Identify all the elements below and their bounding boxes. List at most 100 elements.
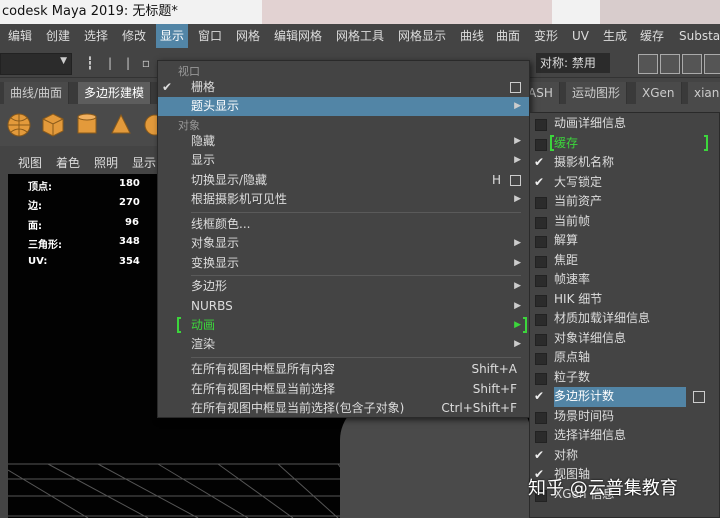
hud-submenu-item[interactable]: 对象详细信息	[530, 329, 720, 349]
checkbox-icon[interactable]	[535, 372, 547, 385]
menu-item-hide[interactable]: 隐藏 ▶	[158, 132, 529, 151]
menu-item-nurbs[interactable]: NURBS ▶	[158, 297, 529, 316]
menu-mesh[interactable]: 网格	[236, 24, 260, 48]
checkbox-icon[interactable]	[535, 255, 547, 268]
blurred-region	[600, 0, 720, 24]
hud-submenu-item[interactable]: HIK 细节	[530, 290, 720, 310]
menu-item-show[interactable]: 显示 ▶	[158, 151, 529, 170]
checkbox-icon[interactable]	[535, 119, 547, 131]
menu-uv[interactable]: UV	[572, 24, 589, 48]
poly-cone-icon[interactable]	[108, 112, 134, 138]
menu-item-object-display[interactable]: 对象显示 ▶	[158, 234, 529, 253]
menu-item-frame-selection[interactable]: 在所有视图中框显当前选择 Shift+F	[158, 380, 529, 399]
separator-icon: ▫	[141, 56, 151, 70]
section-header-viewport: 视口	[178, 65, 200, 78]
checkmark-icon: ✔	[534, 389, 545, 403]
checkbox-icon[interactable]	[535, 197, 547, 209]
menu-item-heads-up-display[interactable]: 题头显示 ▶	[158, 97, 529, 116]
menu-modify[interactable]: 修改	[122, 24, 146, 48]
hud-submenu-item[interactable]: 材质加载详细信息	[530, 309, 720, 329]
checkbox-icon[interactable]	[535, 411, 547, 424]
camera-icon[interactable]	[638, 54, 658, 74]
hud-submenu-item[interactable]: 粒子数	[530, 368, 720, 388]
hud-submenu-item[interactable]: 当前帧	[530, 212, 720, 232]
checkbox-icon[interactable]	[535, 216, 547, 229]
menu-select[interactable]: 选择	[84, 24, 108, 48]
shelf-tab-xian[interactable]: xian	[688, 82, 720, 104]
viewport-menu-bar: 视图 着色 照明 显示	[8, 152, 158, 174]
shelf-tab-poly-modeling[interactable]: 多边形建模	[78, 82, 152, 104]
menu-mesh-tools[interactable]: 网格工具	[336, 24, 384, 48]
option-box-icon[interactable]	[510, 82, 521, 93]
menu-item-frame-selection-children[interactable]: 在所有视图中框显当前选择(包含子对象) Ctrl+Shift+F	[158, 399, 529, 418]
checkbox-icon[interactable]	[535, 138, 547, 151]
checkbox-icon[interactable]	[535, 333, 547, 346]
menu-item-rendering[interactable]: 渲染 ▶	[158, 335, 529, 354]
hud-submenu-item[interactable]: ✔ 大写锁定	[530, 173, 720, 193]
mode-dropdown[interactable]: ▼	[0, 53, 72, 75]
menu-surfaces[interactable]: 曲面	[496, 24, 520, 48]
viewport-menu-shading[interactable]: 着色	[56, 152, 80, 174]
menu-item-animation[interactable]: 动画 ▶	[158, 316, 529, 335]
poly-cube-icon[interactable]	[40, 112, 66, 138]
menu-deform[interactable]: 变形	[534, 24, 558, 48]
separator-icon: |	[107, 56, 113, 70]
hud-submenu-item[interactable]: 缓存	[530, 134, 720, 154]
symmetry-field[interactable]: 对称: 禁用	[536, 53, 610, 73]
render-icon[interactable]	[660, 54, 680, 74]
menu-item-wireframe-color[interactable]: 线框颜色...	[158, 215, 529, 234]
hud-submenu-item[interactable]: 选择详细信息	[530, 426, 720, 446]
hud-submenu-item[interactable]: ✔ 摄影机名称	[530, 153, 720, 173]
hud-submenu-item-label: 材质加载详细信息	[554, 311, 651, 325]
viewport-menu-show[interactable]: 显示	[132, 152, 156, 174]
hud-submenu-item[interactable]: 解算	[530, 231, 720, 251]
shelf-tab-curves[interactable]: 曲线/曲面	[4, 82, 70, 104]
hud-triangles-label: 三角形:	[28, 240, 62, 251]
poly-sphere-icon[interactable]	[6, 112, 32, 138]
option-box-icon[interactable]	[693, 391, 705, 403]
menu-generate[interactable]: 生成	[603, 24, 627, 48]
menu-display[interactable]: 显示	[156, 24, 189, 48]
viewport-menu-view[interactable]: 视图	[18, 152, 42, 174]
menu-item-frame-all[interactable]: 在所有视图中框显所有内容 Shift+A	[158, 360, 529, 379]
menu-item-transform-display[interactable]: 变换显示 ▶	[158, 254, 529, 273]
hud-submenu-item[interactable]: 原点轴	[530, 348, 720, 368]
hud-submenu-item[interactable]: 动画详细信息	[530, 114, 720, 134]
menu-mesh-display[interactable]: 网格显示	[398, 24, 446, 48]
poly-cylinder-icon[interactable]	[74, 112, 100, 138]
menu-cache[interactable]: 缓存	[640, 24, 664, 48]
checkbox-icon[interactable]	[535, 314, 547, 326]
checkbox-icon[interactable]	[535, 275, 547, 287]
menu-item-polygons[interactable]: 多边形 ▶	[158, 277, 529, 296]
menu-windows[interactable]: 窗口	[198, 24, 222, 48]
menu-create[interactable]: 创建	[46, 24, 70, 48]
menu-edit-mesh[interactable]: 编辑网格	[274, 24, 322, 48]
menu-item-camera-visibility[interactable]: 根据摄影机可见性 ▶	[158, 190, 529, 209]
hud-vertices-value: 180	[119, 178, 140, 189]
render-settings-icon[interactable]	[682, 54, 702, 74]
hud-submenu-item[interactable]: 场景时间码	[530, 407, 720, 427]
hud-submenu-item[interactable]: 帧速率	[530, 270, 720, 290]
hud-submenu-item[interactable]: 焦距	[530, 251, 720, 271]
menu-item-toggle-show-hide[interactable]: 切换显示/隐藏 H	[158, 171, 529, 190]
checkbox-icon[interactable]	[535, 353, 547, 365]
hud-submenu-item[interactable]: ✔ 对称	[530, 446, 720, 466]
checkmark-icon: ✔	[162, 80, 173, 94]
hud-submenu-item[interactable]: ✔ 多边形计数	[530, 387, 720, 407]
menu-divider	[191, 275, 521, 276]
hud-submenu-item-label: 选择详细信息	[554, 428, 627, 442]
menu-curves[interactable]: 曲线	[460, 24, 484, 48]
hud-submenu-item-label: 焦距	[554, 252, 579, 267]
menu-substance[interactable]: Substa	[679, 24, 720, 48]
menu-edit[interactable]: 编辑	[8, 24, 32, 48]
shelf-tab-xgen[interactable]: XGen	[636, 82, 682, 104]
checkbox-icon[interactable]	[535, 294, 547, 307]
hypershade-icon[interactable]	[704, 54, 720, 74]
option-box-icon[interactable]	[510, 175, 521, 186]
checkbox-icon[interactable]	[535, 431, 547, 443]
checkbox-icon[interactable]	[535, 236, 547, 248]
shelf-tab-motion-graphics[interactable]: 运动图形	[566, 82, 628, 104]
hud-submenu-item[interactable]: 当前资产	[530, 192, 720, 212]
viewport-menu-lighting[interactable]: 照明	[94, 152, 118, 174]
menu-item-grid[interactable]: ✔ 栅格	[158, 78, 529, 97]
